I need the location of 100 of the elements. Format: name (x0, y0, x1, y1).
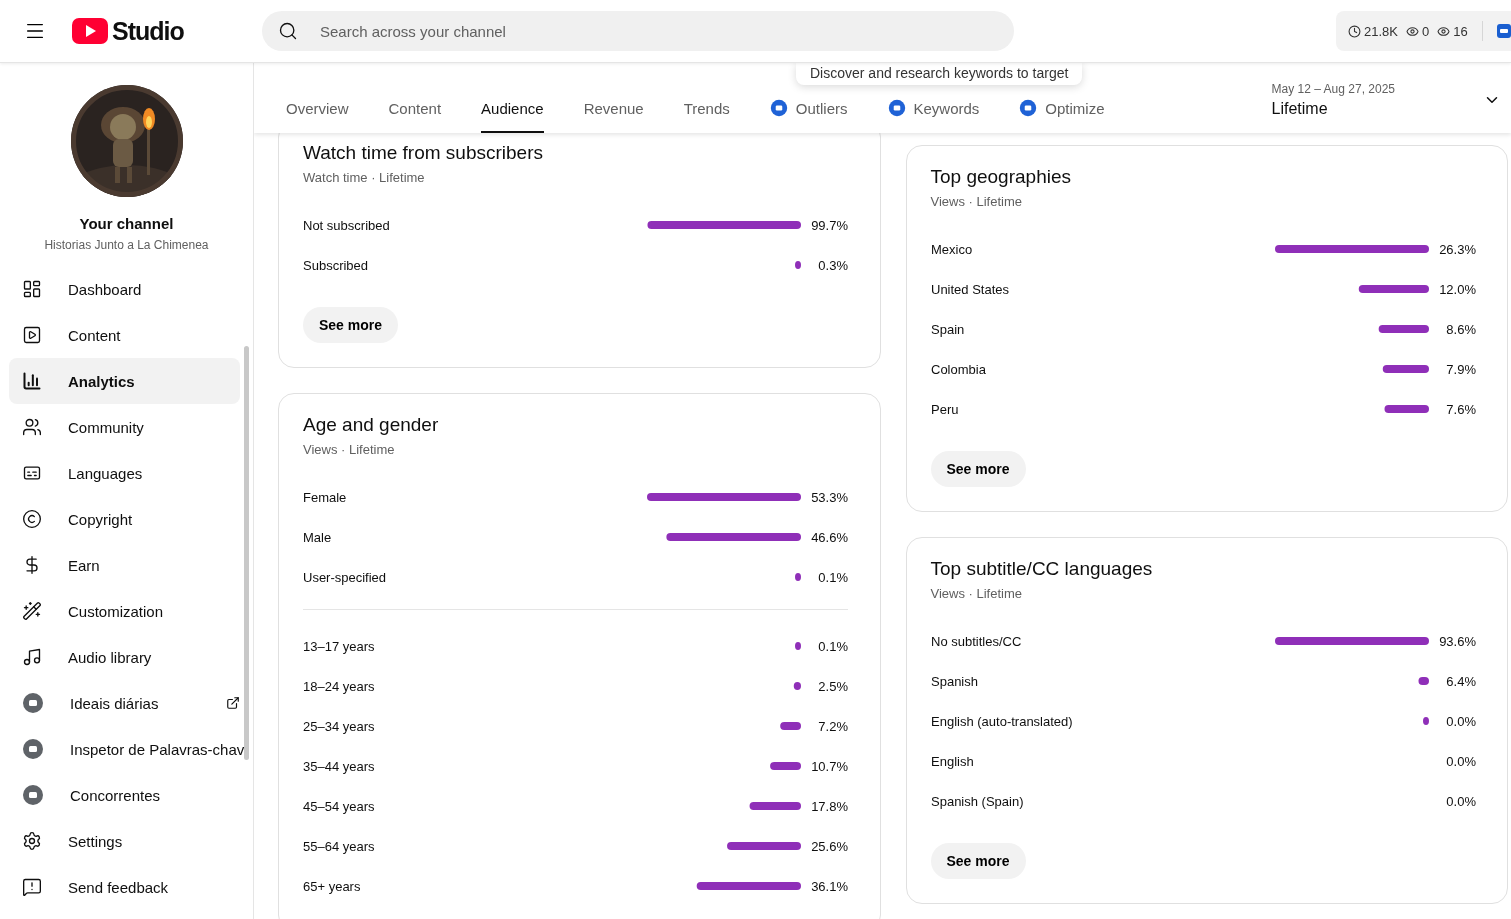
see-more-button[interactable]: See more (303, 307, 399, 343)
category-label: Not subscribed (303, 217, 390, 233)
bar (793, 682, 801, 690)
category-label: 35–44 years (303, 758, 375, 774)
chart-icon (22, 371, 42, 391)
bar (1378, 325, 1429, 333)
card-title: Top geographies (930, 166, 1072, 188)
value-label: 46.6% (811, 529, 848, 545)
card-title: Top subtitle/CC languages (930, 558, 1154, 580)
value-label: 10.7% (811, 758, 848, 774)
scrollbar[interactable] (244, 346, 249, 760)
play-icon (22, 325, 42, 345)
bar (1382, 365, 1429, 373)
iq-icon (887, 99, 906, 117)
tab[interactable]: Trends (683, 85, 730, 133)
value-label: 12.0% (1438, 281, 1476, 297)
value-label: 36.1% (811, 878, 848, 894)
category-label: Spain (930, 321, 964, 337)
category-label: Subscribed (303, 257, 369, 273)
sidebar-item[interactable]: Content (9, 312, 240, 358)
search-input[interactable]: Search across your channel (318, 21, 998, 41)
sidebar-item[interactable]: Settings (9, 818, 240, 864)
category-label: 55–64 years (303, 838, 375, 854)
extension-icon[interactable] (1496, 24, 1511, 38)
value-label: 6.4% (1445, 673, 1476, 689)
tab[interactable]: Keywords (887, 85, 980, 133)
tab[interactable]: Outliers (769, 85, 848, 133)
value-label: 0.3% (818, 257, 848, 273)
value-label: 93.6% (1438, 633, 1476, 649)
category-label: Peru (930, 401, 958, 417)
value-label: 0.1% (818, 569, 848, 585)
sidebar-item[interactable]: Dashboard (9, 266, 240, 312)
category-label: United States (930, 281, 1009, 297)
value-label: 0.0% (1445, 793, 1476, 809)
tab[interactable]: Overview (286, 85, 349, 133)
stat-value: 0 (1422, 23, 1430, 39)
iq-icon (22, 784, 44, 806)
sidebar-item[interactable]: Earn (9, 542, 240, 588)
bar (1417, 677, 1429, 685)
value-label: 0.1% (818, 638, 848, 654)
category-label: No subtitles/CC (930, 633, 1021, 649)
feedback-icon (22, 877, 42, 897)
iq-icon (1019, 99, 1038, 117)
bar (749, 802, 801, 810)
category-label: User-specified (303, 569, 387, 585)
bar (780, 722, 801, 730)
category-label: English (auto-translated) (930, 713, 1073, 729)
category-label: 13–17 years (303, 638, 375, 654)
category-label: Male (303, 529, 332, 545)
bar (1384, 405, 1429, 413)
play-logo-icon (72, 18, 108, 44)
sidebar-item[interactable]: Customization (9, 588, 240, 634)
logo-text: Studio (112, 16, 184, 46)
tab[interactable]: Content (388, 85, 442, 133)
category-label: Spanish (Spain) (930, 793, 1023, 809)
bar (795, 642, 801, 650)
see-more-button[interactable]: See more (930, 451, 1026, 487)
search-field[interactable]: Search across your channel (262, 11, 1014, 51)
copyright-icon (22, 509, 42, 529)
see-more-button[interactable]: See more (930, 843, 1026, 879)
sidebar-item[interactable]: Analytics (9, 358, 240, 404)
category-label: 65+ years (303, 878, 361, 894)
category-label: Female (303, 489, 347, 505)
card-title: Age and gender (303, 414, 440, 436)
value-label: 25.6% (811, 838, 848, 854)
eye-icon (1437, 24, 1451, 38)
tab[interactable]: Revenue (583, 85, 644, 133)
sidebar-item[interactable]: Audio library (9, 634, 240, 680)
sidebar-item[interactable]: Concorrentes (9, 772, 240, 818)
category-label: 25–34 years (303, 718, 375, 734)
category-label: English (930, 753, 974, 769)
date-picker[interactable]: May 12 – Aug 27, 2025 Lifetime (1271, 78, 1501, 118)
card-subtitle: Views · Lifetime (303, 442, 396, 457)
music-icon (22, 647, 42, 667)
tooltip: Discover and research keywords to target (796, 63, 1083, 85)
magic-wand-icon (22, 601, 42, 621)
sidebar-item[interactable]: Ideais diárias (9, 680, 240, 726)
sidebar-item[interactable]: Community (9, 404, 240, 450)
bar (1422, 717, 1429, 725)
clock-icon (1348, 24, 1361, 38)
category-label: Mexico (930, 241, 972, 257)
people-icon (22, 417, 42, 437)
card-subtitle: Views · Lifetime (930, 586, 1023, 601)
sidebar-item[interactable]: Send feedback (9, 864, 240, 910)
sidebar-item[interactable]: Languages (9, 450, 240, 496)
dashboard-icon (22, 279, 42, 299)
value-label: 2.5% (818, 678, 848, 694)
settings-icon (22, 831, 42, 851)
card-subtitle: Watch time · Lifetime (303, 170, 426, 185)
value-label: 99.7% (811, 217, 848, 233)
sidebar-item[interactable]: Copyright (9, 496, 240, 542)
bar (1358, 285, 1429, 293)
stat-value: 16 (1453, 23, 1468, 39)
category-label: 18–24 years (303, 678, 375, 694)
category-label: Colombia (930, 361, 986, 377)
bar (770, 762, 801, 770)
tab[interactable]: Optimize (1019, 85, 1105, 133)
iq-icon (22, 692, 44, 714)
value-label: 7.6% (1445, 401, 1476, 417)
iq-icon (22, 738, 44, 760)
